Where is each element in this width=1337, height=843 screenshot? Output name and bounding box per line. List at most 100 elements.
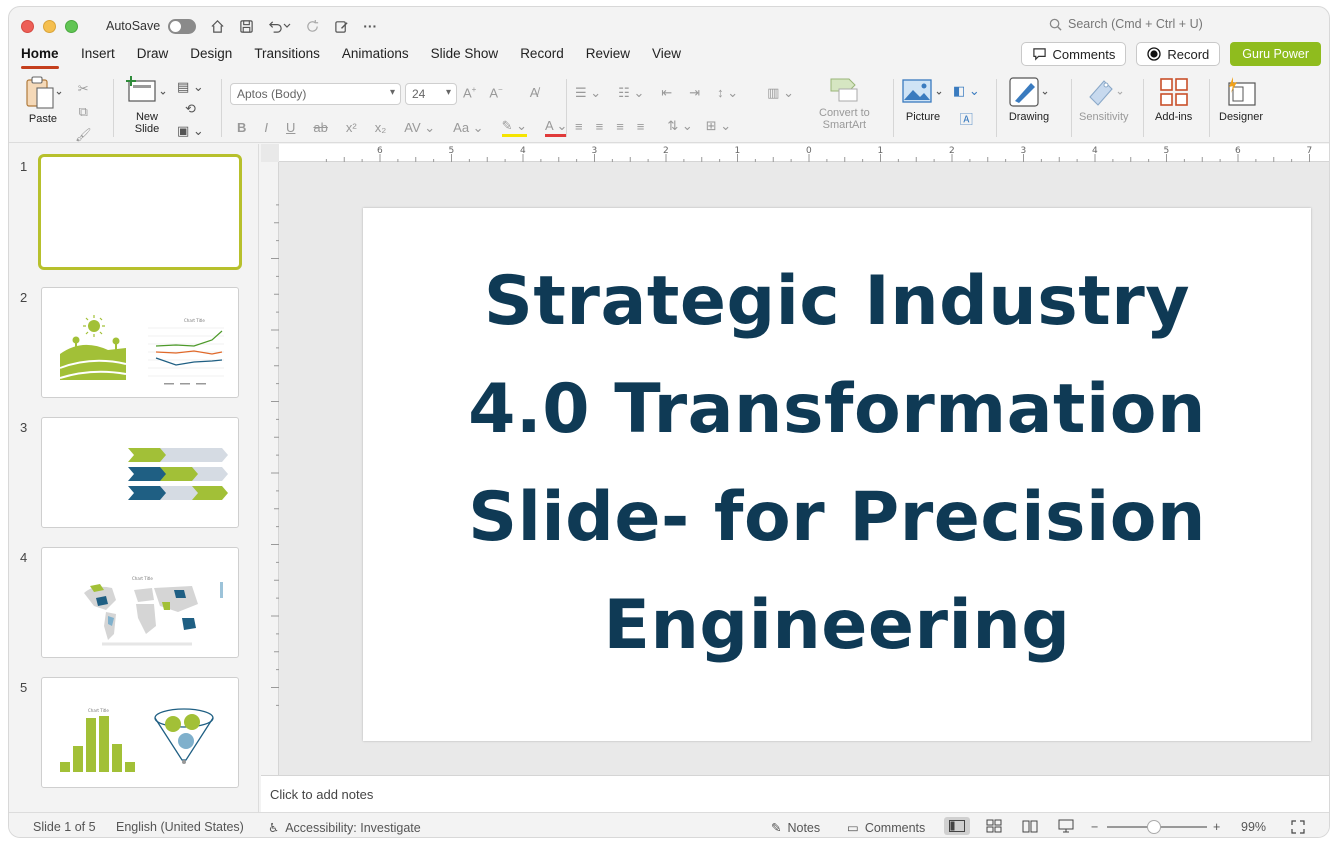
designer-button[interactable]: Designer	[1219, 75, 1263, 123]
notes-pane[interactable]: Click to add notes	[261, 775, 1329, 812]
tab-transitions[interactable]: Transitions	[243, 45, 331, 71]
close-window-button[interactable]	[21, 19, 34, 33]
record-button[interactable]: Record	[1136, 42, 1221, 66]
textbox-icon[interactable]: 🄰	[960, 109, 973, 128]
slide-thumbnail-4[interactable]: Chart Title	[41, 547, 239, 658]
slide-sorter-button[interactable]	[981, 817, 1007, 835]
highlight-icon[interactable]: ✎ ⌄	[501, 118, 527, 137]
columns-icon[interactable]: ▥ ⌄	[767, 85, 794, 101]
align-right-icon[interactable]: ≡	[616, 119, 624, 134]
bullets-icon[interactable]: ☰ ⌄	[575, 85, 601, 101]
thumbnail-chart-title: Chart Title	[132, 576, 153, 581]
autosave-toggle[interactable]	[168, 18, 197, 34]
reset-icon[interactable]: ⟲	[185, 101, 196, 117]
language-indicator[interactable]: English (United States)	[116, 820, 244, 834]
fit-to-window-button[interactable]	[1291, 820, 1305, 834]
decrease-font-icon[interactable]: A−	[489, 85, 502, 100]
align-center-icon[interactable]: ≡	[596, 119, 604, 134]
new-slide-button[interactable]: New Slide	[125, 75, 169, 135]
guru-power-button[interactable]: Guru Power	[1230, 42, 1321, 66]
tab-home[interactable]: Home	[10, 45, 70, 71]
thumbnail-chart-title: Chart Title	[184, 318, 205, 323]
zoom-level[interactable]: 99%	[1241, 820, 1266, 834]
notes-button[interactable]: ✎ Notes	[771, 820, 820, 836]
sensitivity-label: Sensitivity	[1079, 111, 1129, 123]
change-case-icon[interactable]: Aa ⌄	[453, 120, 483, 136]
section-icon[interactable]: ▣ ⌄	[177, 123, 204, 139]
bold-icon[interactable]: B	[237, 120, 246, 135]
slide-thumbnail-5[interactable]: Chart Title	[41, 677, 239, 788]
align-text-icon[interactable]: ⊞ ⌄	[706, 118, 731, 134]
minimize-window-button[interactable]	[43, 19, 56, 33]
picture-button[interactable]: Picture	[901, 75, 945, 123]
tab-slide-show[interactable]: Slide Show	[420, 45, 510, 71]
more-icon[interactable]: ···	[363, 18, 377, 34]
save-icon[interactable]	[239, 19, 254, 34]
addins-button[interactable]: Add-ins	[1155, 75, 1192, 123]
redo-icon[interactable]	[305, 19, 320, 34]
reading-view-button[interactable]	[1017, 817, 1043, 835]
notes-placeholder: Click to add notes	[270, 787, 374, 802]
status-comments-button[interactable]: ▭ Comments	[847, 820, 925, 836]
underline-icon[interactable]: U	[286, 120, 295, 135]
zoom-slider-handle[interactable]	[1147, 820, 1161, 834]
subscript-icon[interactable]: x₂	[375, 120, 387, 135]
slide-thumbnail-3[interactable]	[41, 417, 239, 528]
font-size-value: 24	[412, 87, 426, 101]
home-icon[interactable]	[210, 19, 225, 34]
tab-review[interactable]: Review	[575, 45, 641, 71]
font-size-select[interactable]: 24 ▾	[405, 83, 457, 105]
decrease-indent-icon[interactable]: ⇤	[661, 85, 672, 101]
edit-icon[interactable]	[334, 19, 349, 34]
search-box[interactable]: Search (Cmd + Ctrl + U)	[1049, 17, 1203, 31]
tab-insert[interactable]: Insert	[70, 45, 126, 71]
numbering-icon[interactable]: ☷ ⌄	[618, 85, 644, 101]
accessibility-button[interactable]: ♿ Accessibility: Investigate	[268, 820, 421, 836]
increase-font-icon[interactable]: A+	[463, 85, 476, 100]
zoom-in-button[interactable]: +	[1213, 820, 1220, 834]
copy-icon[interactable]: ⧉	[79, 104, 88, 120]
cut-icon[interactable]: ✂	[78, 81, 89, 97]
svg-text:3: 3	[592, 146, 598, 156]
drawing-button[interactable]: Drawing	[1007, 75, 1051, 123]
shapes-icon[interactable]: ◧ ⌄	[953, 83, 980, 99]
strikethrough-icon[interactable]: ab	[313, 120, 327, 135]
presenter-view-button[interactable]	[1053, 817, 1079, 835]
tab-record[interactable]: Record	[509, 45, 575, 71]
align-left-icon[interactable]: ≡	[575, 119, 583, 134]
superscript-icon[interactable]: x²	[346, 120, 357, 135]
tab-design[interactable]: Design	[179, 45, 243, 71]
convert-smartart-button[interactable]: Convert to SmartArt	[819, 75, 870, 131]
font-color-icon[interactable]: A ⌄	[544, 118, 568, 137]
slide-canvas: Strategic Industry 4.0 Transformation Sl…	[288, 171, 1329, 774]
layout-icon[interactable]: ▤ ⌄	[177, 79, 204, 95]
tab-draw[interactable]: Draw	[126, 45, 180, 71]
text-direction-icon[interactable]: ⇅ ⌄	[667, 118, 692, 134]
paste-button[interactable]: Paste	[23, 75, 63, 125]
svg-text:6: 6	[1235, 146, 1241, 156]
sensitivity-button[interactable]: Sensitivity	[1079, 75, 1129, 123]
zoom-out-button[interactable]: −	[1091, 820, 1098, 834]
tab-animations[interactable]: Animations	[331, 45, 420, 71]
current-slide[interactable]: Strategic Industry 4.0 Transformation Sl…	[363, 208, 1311, 741]
slide-thumbnail-2[interactable]: Chart Title	[41, 287, 239, 398]
character-spacing-icon[interactable]: AV ⌄	[404, 120, 435, 136]
svg-text:7: 7	[1307, 146, 1313, 156]
comments-button[interactable]: Comments	[1020, 42, 1127, 66]
designer-label: Designer	[1219, 111, 1264, 123]
font-name-select[interactable]: Aptos (Body) ▾	[230, 83, 401, 105]
line-spacing-icon[interactable]: ↕ ⌄	[717, 85, 738, 101]
tab-view[interactable]: View	[641, 45, 692, 71]
increase-indent-icon[interactable]: ⇥	[689, 85, 700, 101]
slide-sorter-icon	[986, 819, 1002, 833]
addins-label: Add-ins	[1155, 111, 1193, 123]
format-painter-icon[interactable]: 🖌	[75, 127, 92, 143]
clear-format-icon[interactable]: A̸	[530, 85, 539, 100]
slide-title[interactable]: Strategic Industry 4.0 Transformation Sl…	[423, 248, 1251, 680]
maximize-window-button[interactable]	[65, 19, 78, 33]
undo-icon[interactable]	[268, 19, 291, 34]
italic-icon[interactable]: I	[264, 120, 268, 135]
normal-view-button[interactable]	[944, 817, 970, 835]
slide-thumbnail-1[interactable]	[38, 154, 242, 270]
justify-icon[interactable]: ≡	[637, 119, 645, 134]
